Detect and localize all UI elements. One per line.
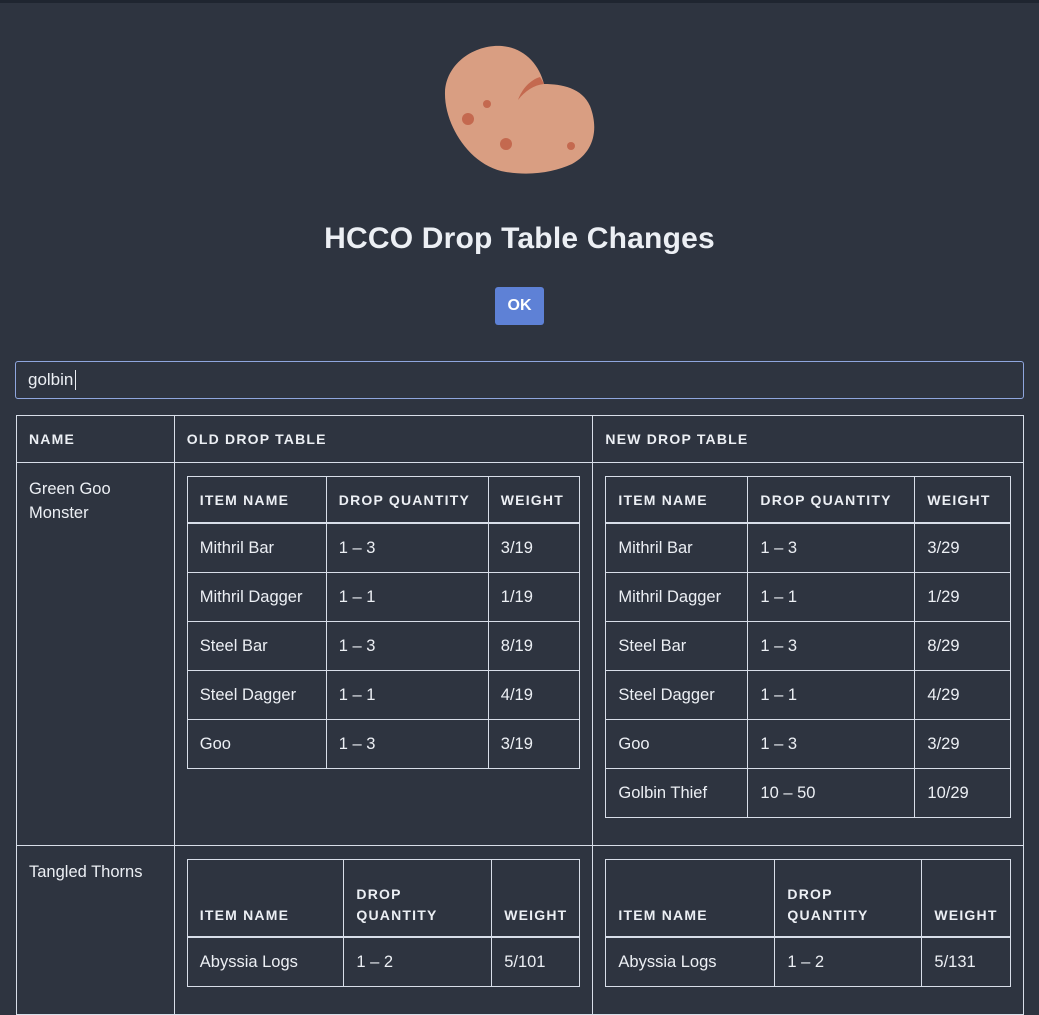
new-drop-cell: ITEM NAME DROP QUANTITY WEIGHT Abyssia L… — [592, 845, 1024, 1015]
drop-row: Steel Bar 1 – 3 8/19 — [186, 621, 581, 671]
potato-icon — [444, 45, 595, 174]
item-name: Mithril Dagger — [605, 572, 749, 622]
old-drop-table: ITEM NAME DROP QUANTITY WEIGHT Mithril B… — [186, 476, 581, 769]
search-input[interactable] — [15, 361, 1024, 399]
drop-row: Golbin Thief 10 – 50 10/29 — [605, 768, 1011, 818]
item-qty: 1 – 1 — [747, 670, 916, 720]
item-name: Mithril Bar — [605, 522, 749, 573]
item-name: Steel Bar — [186, 621, 327, 671]
item-weight: 10/29 — [914, 768, 1011, 818]
item-name: Steel Dagger — [186, 670, 327, 720]
drop-row: Abyssia Logs 1 – 2 5/101 — [186, 936, 581, 987]
new-drop-cell: ITEM NAME DROP QUANTITY WEIGHT Mithril B… — [592, 462, 1024, 846]
inner-header-weight: WEIGHT — [921, 859, 1011, 938]
drop-row: Steel Bar 1 – 3 8/29 — [605, 621, 1011, 671]
drop-row: Mithril Dagger 1 – 1 1/29 — [605, 572, 1011, 622]
page-title: HCCO Drop Table Changes — [324, 222, 715, 255]
inner-header-item: ITEM NAME — [605, 476, 749, 524]
item-name: Mithril Bar — [186, 522, 327, 573]
table-row: Green Goo Monster ITEM NAME DROP QUANTIT… — [16, 462, 1024, 846]
item-qty: 1 – 3 — [325, 621, 489, 671]
inner-header-qty: DROP QUANTITY — [774, 859, 923, 938]
item-qty: 1 – 3 — [747, 621, 916, 671]
item-weight: 3/19 — [487, 522, 581, 573]
drop-row: Abyssia Logs 1 – 2 5/131 — [605, 936, 1011, 987]
col-header-old: OLD DROP TABLE — [173, 415, 594, 463]
item-weight: 3/29 — [914, 522, 1011, 573]
drop-row: Mithril Dagger 1 – 1 1/19 — [186, 572, 581, 622]
item-qty: 1 – 3 — [747, 522, 916, 573]
item-name: Goo — [186, 719, 327, 769]
monster-name: Green Goo Monster — [16, 462, 175, 846]
item-weight: 1/29 — [914, 572, 1011, 622]
item-name: Steel Bar — [605, 621, 749, 671]
inner-header-qty: DROP QUANTITY — [747, 476, 916, 524]
inner-header-weight: WEIGHT — [487, 476, 581, 524]
inner-header-item: ITEM NAME — [186, 859, 345, 938]
item-qty: 10 – 50 — [747, 768, 916, 818]
item-weight: 8/29 — [914, 621, 1011, 671]
item-weight: 5/101 — [491, 936, 581, 987]
item-weight: 4/29 — [914, 670, 1011, 720]
drop-row: Goo 1 – 3 3/19 — [186, 719, 581, 769]
item-qty: 1 – 1 — [325, 670, 489, 720]
item-qty: 1 – 2 — [774, 936, 923, 987]
col-header-name: NAME — [16, 415, 175, 463]
drop-table: NAME OLD DROP TABLE NEW DROP TABLE Green… — [16, 415, 1024, 1015]
drop-row: Steel Dagger 1 – 1 4/19 — [186, 670, 581, 720]
item-weight: 3/29 — [914, 719, 1011, 769]
new-drop-table: ITEM NAME DROP QUANTITY WEIGHT Abyssia L… — [605, 859, 1011, 987]
item-name: Goo — [605, 719, 749, 769]
item-name: Abyssia Logs — [186, 936, 345, 987]
item-name: Golbin Thief — [605, 768, 749, 818]
inner-header-weight: WEIGHT — [491, 859, 581, 938]
item-qty: 1 – 1 — [747, 572, 916, 622]
old-drop-table: ITEM NAME DROP QUANTITY WEIGHT Abyssia L… — [186, 859, 581, 987]
monster-name: Tangled Thorns — [16, 845, 175, 1015]
inner-header-weight: WEIGHT — [914, 476, 1011, 524]
drop-row: Mithril Bar 1 – 3 3/29 — [605, 522, 1011, 573]
item-qty: 1 – 3 — [747, 719, 916, 769]
inner-header-qty: DROP QUANTITY — [343, 859, 493, 938]
drop-row: Goo 1 – 3 3/29 — [605, 719, 1011, 769]
item-weight: 1/19 — [487, 572, 581, 622]
item-name: Mithril Dagger — [186, 572, 327, 622]
col-header-new: NEW DROP TABLE — [592, 415, 1024, 463]
item-qty: 1 – 1 — [325, 572, 489, 622]
ok-button[interactable]: OK — [495, 287, 544, 325]
old-drop-cell: ITEM NAME DROP QUANTITY WEIGHT Mithril B… — [173, 462, 594, 846]
item-weight: 8/19 — [487, 621, 581, 671]
item-qty: 1 – 3 — [325, 522, 489, 573]
item-weight: 4/19 — [487, 670, 581, 720]
item-name: Steel Dagger — [605, 670, 749, 720]
inner-header-qty: DROP QUANTITY — [325, 476, 489, 524]
item-qty: 1 – 3 — [325, 719, 489, 769]
text-caret — [75, 370, 76, 390]
item-weight: 5/131 — [921, 936, 1011, 987]
item-qty: 1 – 2 — [343, 936, 493, 987]
old-drop-cell: ITEM NAME DROP QUANTITY WEIGHT Abyssia L… — [173, 845, 594, 1015]
inner-header-item: ITEM NAME — [186, 476, 327, 524]
drop-row: Steel Dagger 1 – 1 4/29 — [605, 670, 1011, 720]
drop-row: Mithril Bar 1 – 3 3/19 — [186, 522, 581, 573]
inner-header-item: ITEM NAME — [605, 859, 776, 938]
new-drop-table: ITEM NAME DROP QUANTITY WEIGHT Mithril B… — [605, 476, 1011, 818]
top-bar — [0, 0, 1039, 3]
table-row: Tangled Thorns ITEM NAME DROP QUANTITY W… — [16, 845, 1024, 1015]
item-name: Abyssia Logs — [605, 936, 776, 987]
item-weight: 3/19 — [487, 719, 581, 769]
